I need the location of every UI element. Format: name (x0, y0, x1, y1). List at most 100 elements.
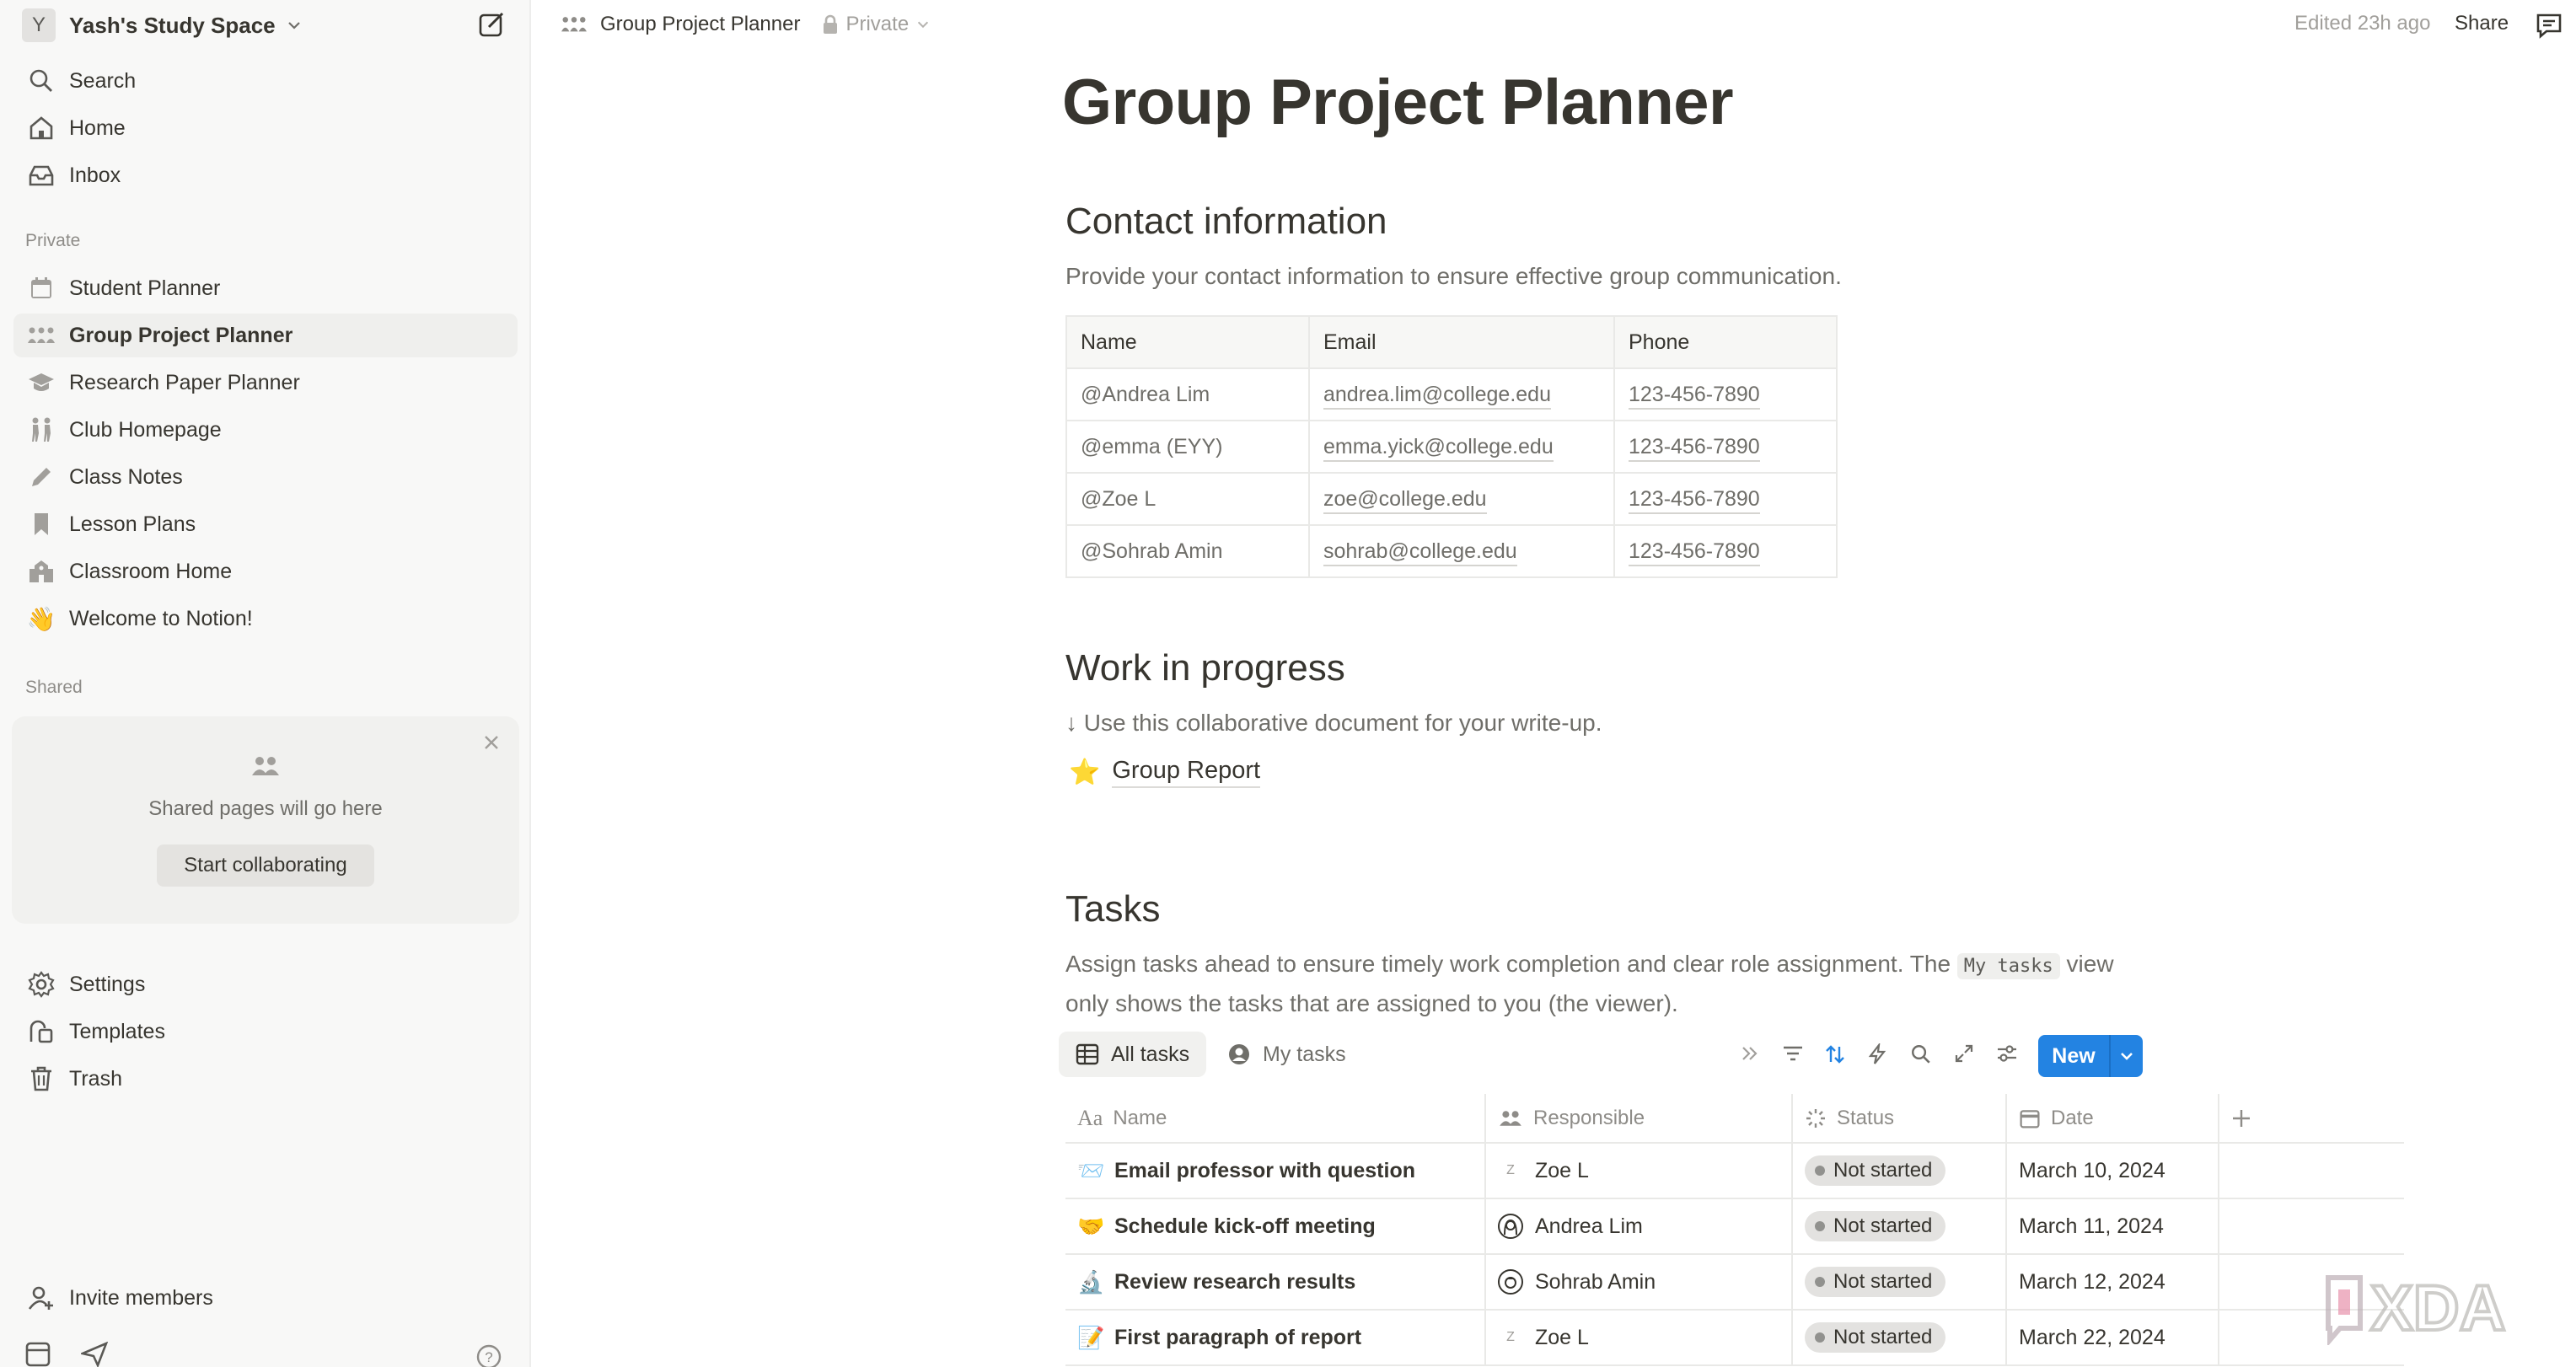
contact-name[interactable]: @emma (EYY) (1065, 420, 1310, 474)
new-button-label: New (2052, 1043, 2096, 1068)
task-date[interactable]: March 10, 2024 (2006, 1143, 2219, 1199)
status-badge[interactable]: Not started (1805, 1267, 1946, 1297)
table-icon (1076, 1043, 1099, 1065)
status-badge[interactable]: Not started (1805, 1211, 1946, 1241)
add-property-button[interactable] (2219, 1094, 2404, 1144)
view-label: My tasks (1263, 1042, 1346, 1066)
sidebar-item-label: Invite members (69, 1285, 213, 1310)
new-page-icon[interactable] (477, 10, 507, 40)
contact-name[interactable]: @Sohrab Amin (1065, 524, 1310, 578)
status-badge[interactable]: Not started (1805, 1155, 1946, 1186)
start-collaborating-button[interactable]: Start collaborating (157, 844, 374, 887)
table-row[interactable]: 🔬 Review research results Sohrab Amin Not… (1065, 1254, 2404, 1311)
responsible-person[interactable]: Zoe L (1535, 1159, 1589, 1183)
send-icon[interactable] (81, 1342, 108, 1367)
sort-icon[interactable] (1824, 1043, 1846, 1065)
sidebar-item-student-planner[interactable]: Student Planner (13, 266, 518, 310)
new-task-button[interactable]: New (2038, 1035, 2143, 1077)
contact-phone[interactable]: 123-456-7890 (1629, 539, 1760, 566)
contact-email[interactable]: zoe@college.edu (1323, 486, 1487, 514)
privacy-dropdown[interactable]: Private (822, 13, 931, 36)
contact-phone[interactable]: 123-456-7890 (1629, 486, 1760, 514)
column-label: Name (1113, 1106, 1167, 1129)
status-label: Not started (1833, 1270, 1933, 1293)
filter-icon[interactable] (1782, 1043, 1804, 1064)
calendar-icon (27, 274, 56, 303)
search-icon[interactable] (1910, 1043, 1932, 1065)
text-type-icon: Aa (1077, 1105, 1103, 1130)
calendar-app-icon[interactable] (25, 1342, 51, 1367)
column-header-status[interactable]: Status (1792, 1094, 2007, 1144)
envelope-icon: 📨 (1077, 1157, 1105, 1183)
sidebar-item-group-project-planner[interactable]: Group Project Planner (13, 314, 518, 357)
task-name[interactable]: Schedule kick-off meeting (1114, 1214, 1376, 1239)
tasks-description: Assign tasks ahead to ensure timely work… (1065, 946, 2144, 1022)
invite-members-button[interactable]: Invite members (13, 1276, 518, 1320)
table-row[interactable]: 📨 Email professor with question Z Zoe L No… (1065, 1143, 2404, 1199)
responsible-person[interactable]: Zoe L (1535, 1326, 1589, 1350)
sidebar-item-lesson-plans[interactable]: Lesson Plans (13, 502, 518, 546)
expand-icon[interactable] (1954, 1043, 1974, 1064)
contact-email[interactable]: sohrab@college.edu (1323, 539, 1517, 566)
people-walking-icon (27, 415, 56, 444)
workspace-switcher[interactable]: Y Yash's Study Space (22, 8, 303, 42)
chevrons-right-icon[interactable] (1740, 1043, 1760, 1064)
tab-my-tasks[interactable]: My tasks (1210, 1032, 1363, 1077)
help-icon[interactable]: ? (475, 1343, 502, 1367)
column-header[interactable]: Email (1308, 315, 1615, 369)
sidebar-item-home[interactable]: Home (13, 106, 518, 150)
column-header-date[interactable]: Date (2006, 1094, 2219, 1144)
tab-all-tasks[interactable]: All tasks (1059, 1032, 1207, 1077)
people-icon (250, 753, 281, 779)
sidebar-item-class-notes[interactable]: Class Notes (13, 455, 518, 499)
share-button[interactable]: Share (2455, 12, 2509, 35)
wip-description: ↓ Use this collaborative document for yo… (1065, 710, 1602, 736)
column-header[interactable]: Phone (1613, 315, 1838, 369)
contact-email[interactable]: emma.yick@college.edu (1323, 434, 1554, 462)
task-name[interactable]: First paragraph of report (1114, 1326, 1361, 1350)
task-date[interactable]: March 12, 2024 (2006, 1254, 2219, 1311)
table-row: @emma (EYY) emma.yick@college.edu 123-45… (1065, 420, 1838, 474)
sidebar-item-trash[interactable]: Trash (13, 1057, 518, 1101)
task-name[interactable]: Email professor with question (1114, 1159, 1415, 1183)
sidebar-item-research-paper-planner[interactable]: Research Paper Planner (13, 361, 518, 405)
sidebar-item-inbox[interactable]: Inbox (13, 153, 518, 197)
templates-icon (27, 1017, 56, 1046)
contact-phone[interactable]: 123-456-7890 (1629, 434, 1760, 462)
task-date[interactable]: March 22, 2024 (2006, 1310, 2219, 1366)
contact-name[interactable]: @Zoe L (1065, 472, 1310, 526)
automation-bolt-icon[interactable] (1868, 1043, 1886, 1065)
chevron-down-icon[interactable] (2111, 1048, 2143, 1064)
sidebar-item-club-homepage[interactable]: Club Homepage (13, 408, 518, 452)
sidebar-item-label: Research Paper Planner (69, 370, 300, 394)
status-label: Not started (1833, 1159, 1933, 1182)
task-name[interactable]: Review research results (1114, 1270, 1355, 1295)
contact-email[interactable]: andrea.lim@college.edu (1323, 382, 1551, 410)
contact-phone[interactable]: 123-456-7890 (1629, 382, 1760, 410)
table-row[interactable]: 📝 First paragraph of report Z Zoe L Not st… (1065, 1310, 2404, 1366)
group-icon (558, 13, 590, 36)
sidebar-item-templates[interactable]: Templates (13, 1010, 518, 1053)
responsible-person[interactable]: Sohrab Amin (1535, 1270, 1656, 1295)
column-header[interactable]: Name (1065, 315, 1310, 369)
home-icon (27, 114, 56, 142)
sidebar-item-settings[interactable]: Settings (13, 962, 518, 1006)
table-row[interactable]: 🤝 Schedule kick-off meeting Andrea Lim No… (1065, 1198, 2404, 1255)
status-spinner-icon (1806, 1108, 1825, 1128)
pencil-icon (27, 463, 56, 491)
responsible-person[interactable]: Andrea Lim (1535, 1214, 1643, 1239)
group-report-link[interactable]: ⭐ Group Report (1069, 757, 1261, 788)
sidebar-item-welcome[interactable]: 👋 Welcome to Notion! (13, 597, 518, 641)
comment-icon[interactable] (2536, 12, 2563, 39)
sidebar-item-search[interactable]: Search (13, 59, 518, 103)
column-header-responsible[interactable]: Responsible (1485, 1094, 1793, 1144)
status-badge[interactable]: Not started (1805, 1322, 1946, 1353)
waving-hand-icon: 👋 (26, 605, 56, 632)
breadcrumb[interactable]: Group Project Planner Private (558, 8, 931, 40)
task-date[interactable]: March 11, 2024 (2006, 1198, 2219, 1255)
settings-sliders-icon[interactable] (1996, 1043, 2018, 1064)
contact-name[interactable]: @Andrea Lim (1065, 367, 1310, 421)
sidebar-item-classroom-home[interactable]: Classroom Home (13, 549, 518, 593)
close-icon[interactable] (482, 733, 501, 752)
column-header-name[interactable]: Aa Name (1065, 1094, 1486, 1144)
